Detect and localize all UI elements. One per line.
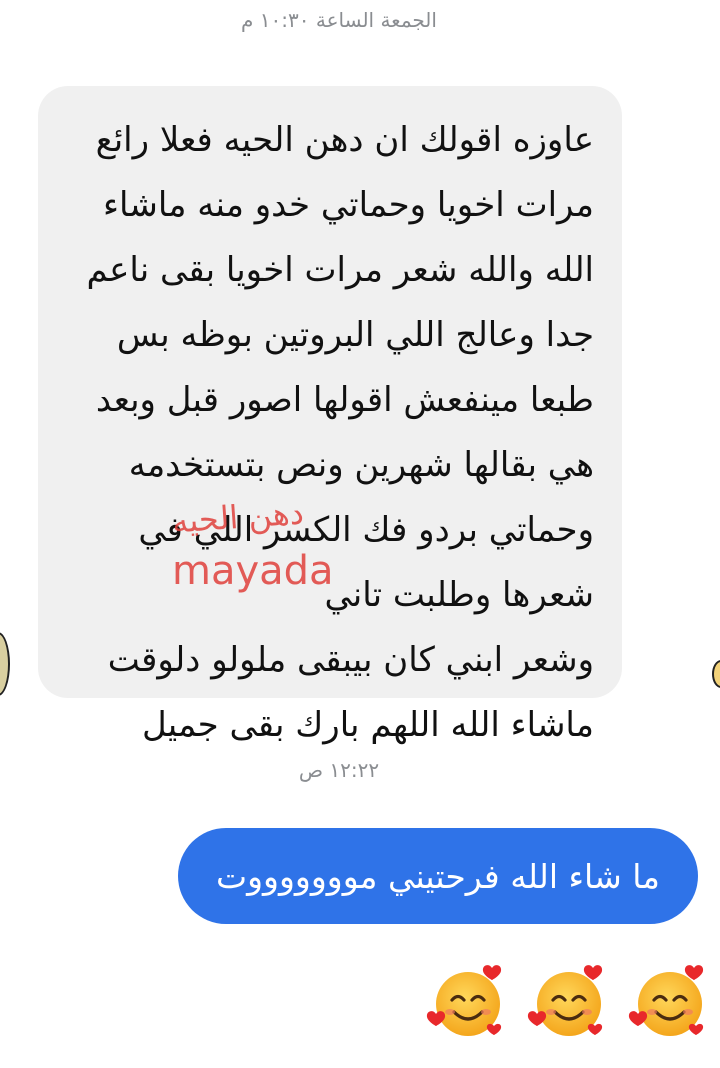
incoming-message-text: عاوزه اقولك ان دهن الحيه فعلا رائع مرات …	[54, 108, 594, 758]
avatar[interactable]	[0, 632, 10, 696]
message-line: هي بقالها شهرين ونص بتستخدمه	[128, 445, 594, 485]
smiling-face-with-hearts-icon	[426, 965, 502, 1036]
outgoing-message-bubble[interactable]: ما شاء الله فرحتيني موووووووت	[178, 828, 698, 924]
incoming-message-bubble[interactable]: عاوزه اقولك ان دهن الحيه فعلا رائع مرات …	[38, 86, 622, 745]
message-line: وشعر ابني كان بيبقى ملولو دلوقت	[107, 640, 594, 680]
chat-screen: الجمعة الساعة ١٠:٣٠ م عاوزه اقولك ان دهن…	[0, 0, 720, 1068]
outgoing-message-text: ما شاء الله فرحتيني موووووووت	[216, 856, 660, 896]
message-line: عاوزه اقولك ان دهن الحيه فعلا رائع	[95, 120, 594, 160]
avatar[interactable]	[712, 660, 720, 688]
message-timestamp: ١٢:٢٢ ص	[298, 758, 380, 782]
smiling-face-with-hearts-icon	[527, 965, 603, 1036]
emoji-message[interactable]	[424, 956, 714, 1046]
message-line: مرات اخويا وحماتي خدو منه ماشاء	[103, 185, 594, 225]
message-line: الله والله شعر مرات اخويا بقى ناعم	[86, 250, 594, 290]
smiling-face-with-hearts-icon	[628, 965, 704, 1036]
message-line: طبعا مينفعش اقولها اصور قبل وبعد	[95, 380, 594, 420]
watermark-text: mayada	[172, 548, 334, 594]
message-timestamp: الجمعة الساعة ١٠:٣٠ م	[241, 8, 437, 32]
message-line: جدا وعالج اللي البروتين بوظه بس	[116, 315, 594, 355]
message-line: ماشاء الله اللهم بارك بقى جميل	[141, 705, 594, 745]
